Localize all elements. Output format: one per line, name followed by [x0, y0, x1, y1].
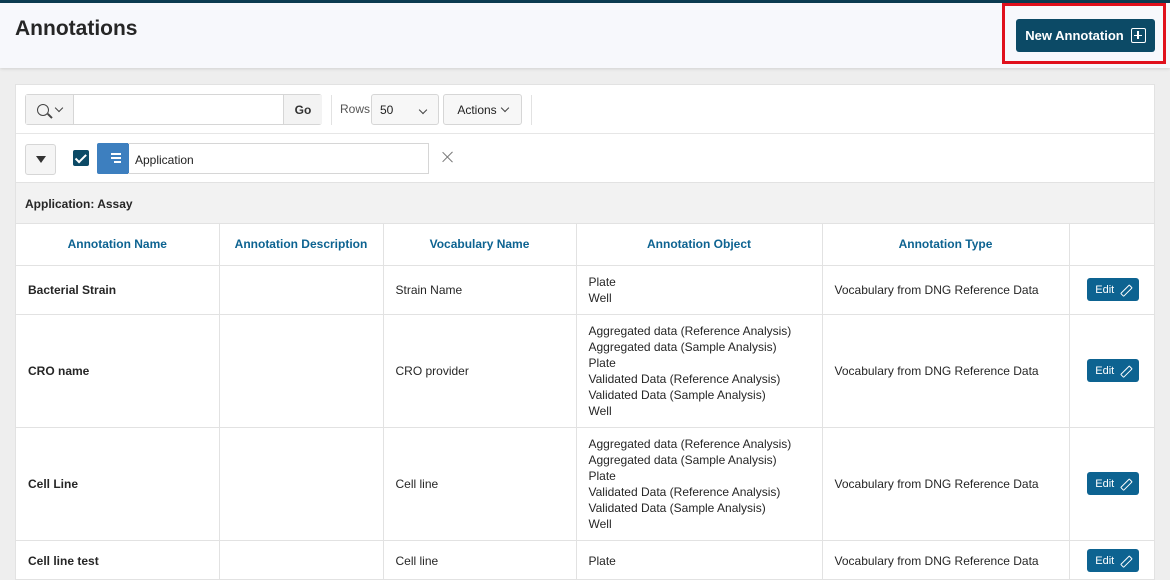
pencil-icon — [1120, 285, 1130, 295]
annotation-type: Vocabulary from DNG Reference Data — [822, 427, 1070, 541]
search-input[interactable] — [74, 95, 283, 124]
annotation-type: Vocabulary from DNG Reference Data — [822, 265, 1070, 315]
close-icon[interactable] — [441, 150, 455, 164]
collapse-toggle-button[interactable] — [25, 144, 56, 175]
table-row: CRO name CRO provider Aggregated data (R… — [16, 314, 1154, 428]
search-column-selector[interactable] — [26, 95, 74, 124]
filter-enable-checkbox[interactable] — [73, 150, 89, 166]
row-actions: Edit — [1069, 314, 1154, 428]
annotation-description — [219, 314, 384, 428]
interactive-report: Go Rows 50 Actions Application Applicati… — [15, 84, 1155, 580]
annotation-object: Aggregated data (Reference Analysis) Agg… — [576, 427, 823, 541]
annotations-table: Annotation Name Annotation Description V… — [16, 224, 1154, 579]
row-actions: Edit — [1069, 540, 1154, 579]
object-item: Plate — [588, 355, 616, 370]
search-icon — [37, 103, 49, 116]
annotation-type: Vocabulary from DNG Reference Data — [822, 540, 1070, 579]
annotation-description — [219, 265, 384, 315]
new-annotation-button[interactable]: New Annotation — [1016, 19, 1155, 52]
table-row: Bacterial Strain Strain Name Plate Well … — [16, 265, 1154, 315]
annotation-name: Bacterial Strain — [16, 265, 220, 315]
column-header[interactable]: Annotation Name — [16, 224, 220, 266]
chevron-down-icon — [500, 103, 509, 112]
object-item: Validated Data (Sample Analysis) — [588, 500, 766, 515]
annotation-object: Aggregated data (Reference Analysis) Agg… — [576, 314, 823, 428]
rows-per-page-select[interactable]: 50 — [371, 94, 439, 125]
table-row: Cell line test Cell line Plate Vocabular… — [16, 540, 1154, 579]
annotation-name: CRO name — [16, 314, 220, 428]
row-actions: Edit — [1069, 427, 1154, 541]
new-annotation-label: New Annotation — [1025, 28, 1124, 43]
annotation-object: Plate Well — [576, 265, 823, 315]
toolbar-divider — [531, 95, 532, 125]
table-header-row: Annotation Name Annotation Description V… — [16, 224, 1154, 266]
pencil-icon — [1120, 366, 1130, 376]
pencil-icon — [1120, 556, 1130, 566]
plus-square-icon — [1130, 28, 1146, 43]
toolbar-divider — [331, 95, 332, 125]
object-item: Plate — [588, 274, 616, 289]
rows-label: Rows — [340, 102, 371, 116]
vocabulary-name: CRO provider — [383, 314, 577, 428]
annotation-description — [219, 540, 384, 579]
column-header[interactable]: Vocabulary Name — [383, 224, 577, 266]
annotation-name: Cell Line — [16, 427, 220, 541]
chevron-down-icon — [54, 103, 64, 112]
object-item: Validated Data (Reference Analysis) — [588, 484, 781, 499]
edit-label: Edit — [1095, 364, 1115, 377]
edit-button[interactable]: Edit — [1086, 549, 1139, 572]
object-item: Well — [588, 290, 612, 305]
page-header: Annotations — [0, 3, 1170, 68]
annotation-name: Cell line test — [16, 540, 220, 579]
edit-button[interactable]: Edit — [1086, 359, 1139, 382]
filter-lines-icon — [97, 143, 129, 174]
annotation-description — [219, 427, 384, 541]
object-item: Well — [588, 516, 612, 531]
control-break-bar: Application — [16, 134, 1154, 183]
object-item: Validated Data (Reference Analysis) — [588, 371, 781, 386]
vocabulary-name: Strain Name — [383, 265, 577, 315]
edit-button[interactable]: Edit — [1086, 472, 1139, 495]
object-item: Aggregated data (Sample Analysis) — [588, 452, 777, 467]
annotation-type: Vocabulary from DNG Reference Data — [822, 314, 1070, 428]
object-item: Plate — [588, 468, 616, 483]
group-heading: Application: Assay — [16, 183, 1154, 224]
annotation-object: Plate — [576, 540, 823, 579]
object-item: Aggregated data (Sample Analysis) — [588, 339, 777, 354]
vocabulary-name: Cell line — [383, 427, 577, 541]
object-item: Aggregated data (Reference Analysis) — [588, 436, 792, 451]
go-button[interactable]: Go — [283, 95, 322, 124]
column-header[interactable]: Annotation Object — [576, 224, 823, 266]
rows-value: 50 — [380, 103, 394, 117]
object-item: Aggregated data (Reference Analysis) — [588, 323, 792, 338]
edit-label: Edit — [1095, 283, 1115, 296]
edit-label: Edit — [1095, 554, 1115, 567]
triangle-down-icon — [35, 156, 46, 163]
object-item: Validated Data (Sample Analysis) — [588, 387, 766, 402]
column-header — [1069, 224, 1154, 266]
object-item: Well — [588, 403, 612, 418]
edit-label: Edit — [1095, 477, 1115, 490]
pencil-icon — [1120, 479, 1130, 489]
page-title: Annotations — [15, 17, 138, 40]
vocabulary-name: Cell line — [383, 540, 577, 579]
actions-label: Actions — [457, 102, 497, 117]
control-break-filter[interactable]: Application — [128, 143, 429, 174]
search-bar: Go — [25, 94, 322, 125]
row-actions: Edit — [1069, 265, 1154, 315]
object-item: Plate — [588, 553, 616, 568]
column-header[interactable]: Annotation Type — [822, 224, 1070, 266]
table-row: Cell Line Cell line Aggregated data (Ref… — [16, 427, 1154, 541]
chevron-down-icon — [418, 105, 428, 115]
actions-menu-button[interactable]: Actions — [443, 94, 522, 125]
column-header[interactable]: Annotation Description — [219, 224, 384, 266]
edit-button[interactable]: Edit — [1086, 278, 1139, 301]
report-toolbar: Go Rows 50 Actions — [16, 85, 1154, 134]
